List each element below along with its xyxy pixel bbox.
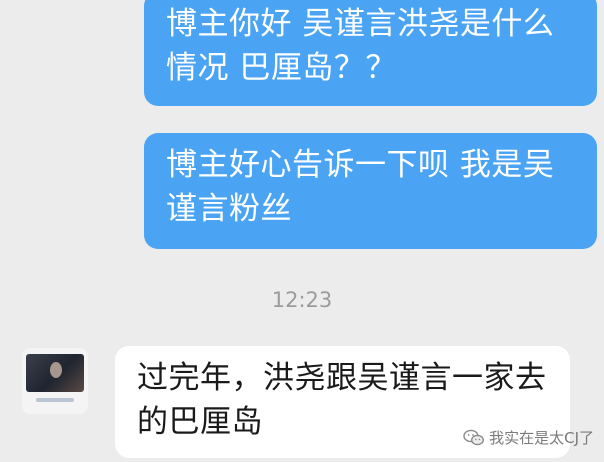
message-timestamp: 12:23 [271,288,333,312]
message-text-line: 博主好心告诉一下呗 我是吴 [166,147,555,183]
avatar-caption [36,398,74,402]
avatar-photo [26,354,84,392]
message-text-line: 博主你好 吴谨言洪尧是什么 [166,6,555,42]
chat-screen: 博主你好 吴谨言洪尧是什么 情况 巴厘岛？？ 博主好心告诉一下呗 我是吴 谨言粉… [0,0,604,462]
watermark: 我实在是太CJ了 [463,427,594,448]
wechat-icon [463,429,485,447]
message-text-line: 情况 巴厘岛？？ [166,50,397,86]
outgoing-message-bubble[interactable]: 博主好心告诉一下呗 我是吴 谨言粉丝 [144,133,597,249]
message-text-line: 过完年，洪尧跟吴谨言一家去 [137,360,547,396]
avatar[interactable] [22,348,88,414]
watermark-text: 我实在是太CJ了 [489,429,594,447]
outgoing-message-bubble[interactable]: 博主你好 吴谨言洪尧是什么 情况 巴厘岛？？ [144,0,597,106]
message-text-line: 谨言粉丝 [166,191,292,227]
